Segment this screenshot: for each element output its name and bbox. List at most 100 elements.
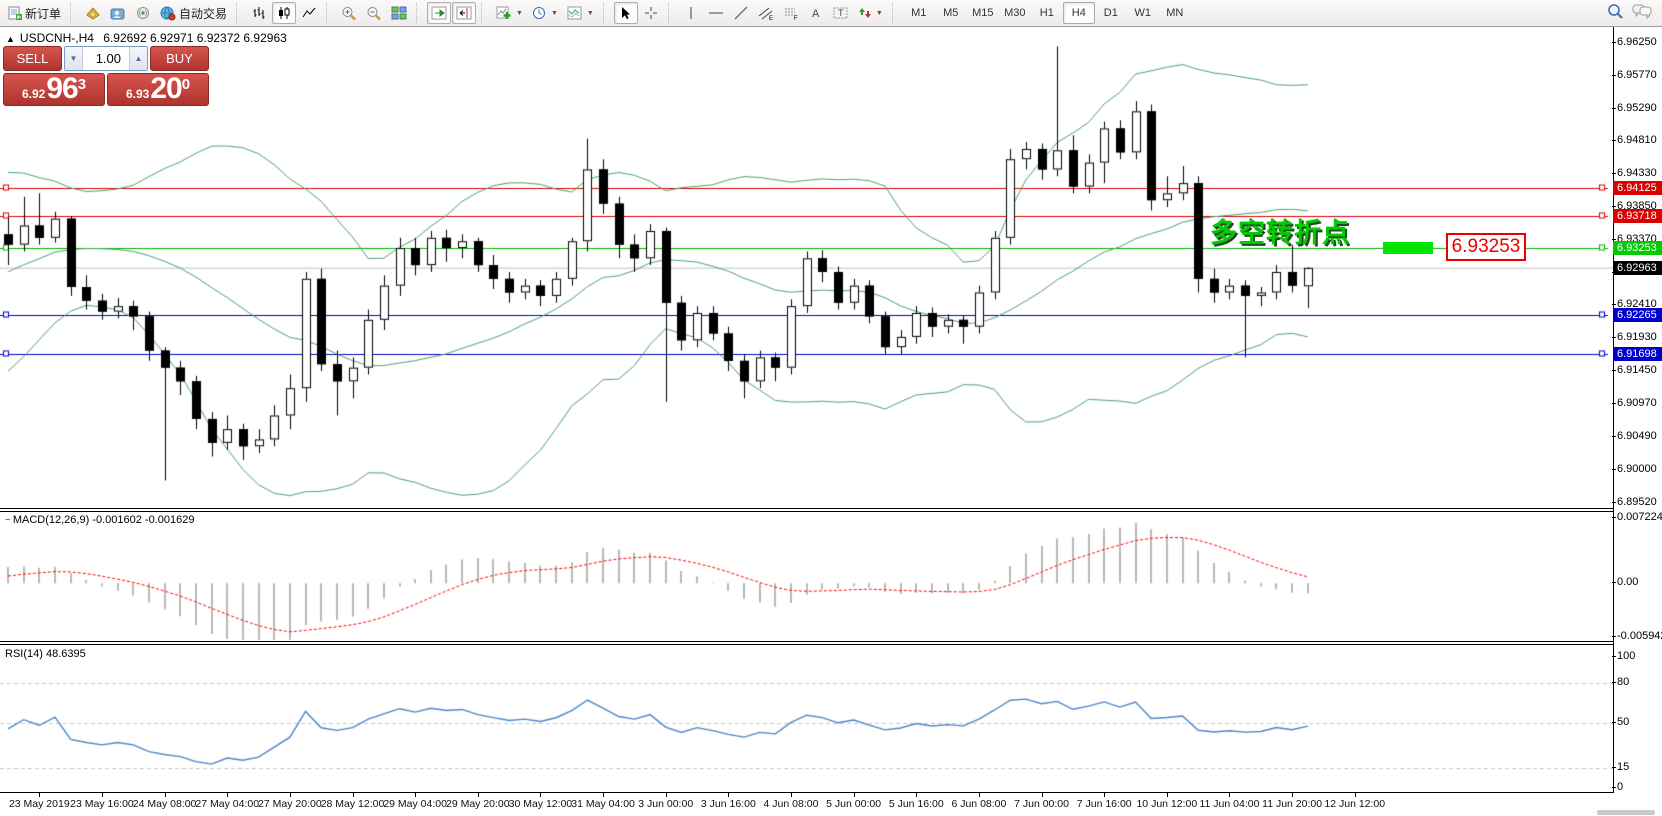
volume-increase-button[interactable]: ▲ xyxy=(129,47,147,70)
vertical-line-button[interactable] xyxy=(679,2,703,24)
chat-icon[interactable] xyxy=(1632,3,1652,24)
sell-button[interactable]: SELL xyxy=(3,46,62,71)
zoom-in-button[interactable] xyxy=(337,2,361,24)
candlestick-chart-button[interactable] xyxy=(272,2,296,24)
annotation-text: 多空转折点 xyxy=(1210,211,1350,250)
tab-timeframe-d1[interactable]: D1 xyxy=(1095,2,1127,24)
time-axis-label: 10 Jun 12:00 xyxy=(1136,798,1197,810)
time-axis-tick xyxy=(39,793,40,797)
macd-axis-label: 0.007224 xyxy=(1617,511,1662,523)
time-axis-label: 30 May 12:00 xyxy=(509,798,573,810)
tab-timeframe-m1[interactable]: M1 xyxy=(903,2,935,24)
time-axis-label: 7 Jun 16:00 xyxy=(1077,798,1132,810)
time-axis-tick xyxy=(290,793,291,797)
price-axis-label: 6.96250 xyxy=(1617,36,1657,48)
autotrading-button[interactable]: 自动交易 xyxy=(156,2,231,24)
indicators-icon xyxy=(496,6,512,20)
time-axis-label: 6 Jun 08:00 xyxy=(951,798,1006,810)
time-axis-line xyxy=(0,792,1613,793)
time-axis-tick xyxy=(415,793,416,797)
time-axis-label: 23 May 16:00 xyxy=(70,798,134,810)
price-level-badge: 6.93253 xyxy=(1613,241,1662,255)
zoom-out-button[interactable] xyxy=(362,2,386,24)
time-axis-label: 24 May 08:00 xyxy=(133,798,197,810)
tab-timeframe-m15[interactable]: M15 xyxy=(967,2,999,24)
chart-shift-button[interactable] xyxy=(452,2,476,24)
search-icon[interactable] xyxy=(1607,3,1624,24)
price-level-badge: 6.92265 xyxy=(1613,308,1662,322)
panel-separator[interactable] xyxy=(0,508,1613,509)
autotrading-label: 自动交易 xyxy=(179,5,227,22)
macd-indicator-chart[interactable] xyxy=(0,512,1613,641)
main-price-chart[interactable] xyxy=(0,27,1613,508)
new-order-label: 新订单 xyxy=(25,5,61,22)
buy-price-tile[interactable]: 6.93 20 0 xyxy=(107,73,209,106)
new-order-button[interactable]: 新订单 xyxy=(4,2,65,24)
time-axis-tick xyxy=(102,793,103,797)
one-click-trading-panel: SELL ▼ ▲ BUY 6.92 96 3 6.93 20 0 xyxy=(3,46,209,106)
current-price-badge: 6.92963 xyxy=(1613,261,1662,275)
chart-title: ▲USDCNH-,H4 6.92692 6.92971 6.92372 6.92… xyxy=(6,31,287,45)
fibonacci-button[interactable]: F xyxy=(779,2,803,24)
bar-chart-button[interactable] xyxy=(247,2,271,24)
tab-timeframe-h1[interactable]: H1 xyxy=(1031,2,1063,24)
tab-timeframe-m5[interactable]: M5 xyxy=(935,2,967,24)
price-axis-label: 6.94810 xyxy=(1617,134,1657,146)
volume-decrease-button[interactable]: ▼ xyxy=(65,47,83,70)
tab-timeframe-mn[interactable]: MN xyxy=(1159,2,1191,24)
signals-button[interactable] xyxy=(131,2,155,24)
time-axis-tick xyxy=(1167,793,1168,797)
trendline-button[interactable] xyxy=(729,2,753,24)
crosshair-button[interactable] xyxy=(639,2,663,24)
buy-button[interactable]: BUY xyxy=(150,46,209,71)
panel-separator[interactable] xyxy=(0,641,1613,642)
horizontal-scrollbar[interactable] xyxy=(1597,810,1655,815)
periods-clock-icon xyxy=(532,6,547,20)
tab-timeframe-h4[interactable]: H4 xyxy=(1063,2,1095,24)
time-axis-label: 11 Jun 20:00 xyxy=(1262,798,1322,810)
buy-price-sup: 0 xyxy=(182,76,190,93)
toolbar-separator xyxy=(416,3,423,23)
svg-text:T: T xyxy=(838,8,844,18)
channel-button[interactable]: E xyxy=(754,2,778,24)
macd-line-swatch: ~ xyxy=(5,515,11,526)
price-axis-label: 6.90490 xyxy=(1617,430,1657,442)
price-axis-line xyxy=(1613,27,1614,793)
time-axis-tick xyxy=(603,793,604,797)
horizontal-line-button[interactable] xyxy=(704,2,728,24)
market-watch-button[interactable] xyxy=(81,2,105,24)
sell-price-big: 96 xyxy=(46,74,77,104)
time-axis-tick xyxy=(1229,793,1230,797)
collapse-panel-icon[interactable]: ▲ xyxy=(6,34,15,44)
autoscroll-button[interactable] xyxy=(427,2,451,24)
rsi-label: RSI(14) 48.6395 xyxy=(5,648,86,660)
indicators-button[interactable]: ▼ xyxy=(492,2,527,24)
line-chart-button[interactable] xyxy=(297,2,321,24)
time-axis-tick xyxy=(791,793,792,797)
autotrading-globe-icon xyxy=(160,6,176,21)
volume-input[interactable] xyxy=(83,50,123,67)
tab-timeframe-w1[interactable]: W1 xyxy=(1127,2,1159,24)
ohlc-values-label: 6.92692 6.92971 6.92372 6.92963 xyxy=(103,31,287,45)
time-axis-label: 7 Jun 00:00 xyxy=(1014,798,1069,810)
periods-button[interactable]: ▼ xyxy=(528,2,562,24)
arrows-button[interactable]: ▼ xyxy=(854,2,887,24)
rsi-axis-label: 80 xyxy=(1617,676,1629,688)
tab-timeframe-m30[interactable]: M30 xyxy=(999,2,1031,24)
price-axis-label: 6.90970 xyxy=(1617,397,1657,409)
cursor-button[interactable] xyxy=(614,2,638,24)
templates-button[interactable]: ▼ xyxy=(563,2,598,24)
text-label-button[interactable]: T xyxy=(829,2,853,24)
sell-price-tile[interactable]: 6.92 96 3 xyxy=(3,73,105,106)
toolbar-separator xyxy=(481,3,488,23)
arrows-icon xyxy=(858,6,872,20)
text-button[interactable]: A xyxy=(804,2,828,24)
svg-text:F: F xyxy=(794,16,798,21)
tile-windows-button[interactable] xyxy=(387,2,411,24)
time-axis-label: 27 May 20:00 xyxy=(258,798,322,810)
price-level-badge: 6.91698 xyxy=(1613,347,1662,361)
navigator-button[interactable] xyxy=(106,2,130,24)
time-axis-tick xyxy=(1292,793,1293,797)
rsi-indicator-chart[interactable] xyxy=(0,645,1613,792)
candlestick-chart-icon xyxy=(277,6,292,20)
